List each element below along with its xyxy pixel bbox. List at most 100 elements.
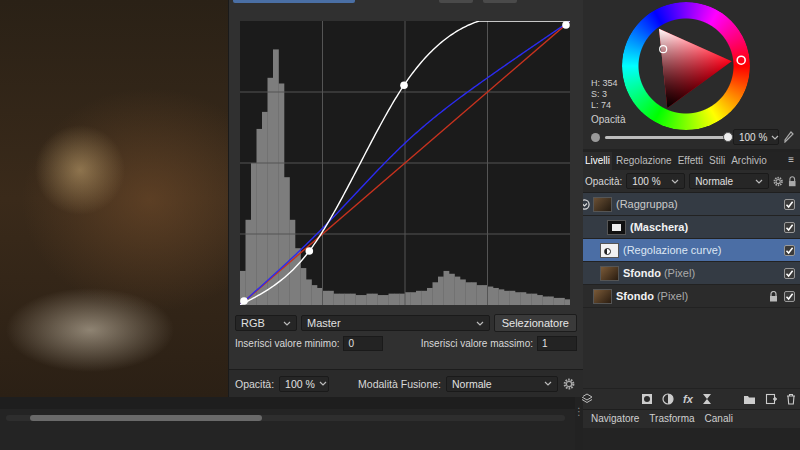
color-triangle[interactable] [622, 2, 750, 130]
curve-handle[interactable] [400, 81, 408, 89]
layer-opacity-dropdown[interactable]: 100 % [626, 173, 685, 189]
blend-dropdown[interactable]: Normale [446, 376, 558, 392]
visibility-checkbox[interactable] [784, 222, 795, 233]
visibility-checkbox[interactable] [784, 199, 795, 210]
histogram-bin [515, 292, 521, 305]
curve-line[interactable] [240, 21, 570, 305]
picker-button[interactable]: Selezionatore [494, 314, 577, 332]
adjustment-layer-icon[interactable] [662, 393, 674, 405]
folder-icon[interactable] [743, 394, 756, 405]
layer-row[interactable]: Sfondo(Pixel) [583, 285, 800, 308]
dialog-tab-button[interactable] [439, 0, 473, 3]
histogram-bin [499, 289, 505, 305]
add-layer-icon[interactable] [765, 393, 777, 405]
histogram-bin [361, 295, 367, 305]
histogram-bin [477, 285, 483, 305]
curves-dialog: RGBMasterSelezionatoreInserisci valore m… [228, 0, 583, 397]
hsl-reading: H: 354 [591, 78, 800, 89]
histogram-bin [356, 295, 362, 305]
panel-tab[interactable]: Trasforma [649, 413, 694, 425]
layer-row[interactable]: (Regolazione curve) [583, 239, 800, 262]
check-icon [785, 223, 794, 232]
layer-thumbnail [593, 197, 612, 212]
layer-row[interactable]: Sfondo(Pixel) [583, 262, 800, 285]
panel-tab[interactable]: Canali [705, 413, 733, 425]
dialog-tab-button[interactable] [233, 0, 355, 3]
curve-line[interactable] [240, 21, 570, 305]
hue-marker[interactable] [737, 56, 745, 64]
panel-tab[interactable]: Livelli [583, 152, 612, 170]
curve-line[interactable] [240, 21, 570, 305]
layer-thumbnail [600, 243, 619, 258]
histogram-bin [378, 295, 384, 305]
histogram-bin [416, 291, 422, 305]
histogram-bin [433, 282, 439, 305]
histogram-bin [383, 295, 389, 305]
histogram-bin [400, 294, 406, 305]
channel-dropdown[interactable]: RGB [235, 315, 297, 331]
lock-icon[interactable] [769, 291, 778, 302]
histogram-bin [411, 292, 417, 305]
check-icon [785, 246, 794, 255]
layer-row[interactable]: (Raggruppa) [583, 193, 800, 216]
max-field[interactable]: 1 [537, 336, 577, 351]
layers-toolbar: fx [581, 388, 800, 409]
layer-opacity-label: Opacità: [585, 176, 622, 187]
curve-handle[interactable] [562, 21, 570, 29]
layer-name: Sfondo [623, 267, 661, 279]
hourglass-icon[interactable] [702, 393, 712, 405]
panel-tab[interactable]: Navigatore [591, 413, 639, 425]
curves-graph[interactable] [240, 21, 570, 305]
right-panel: H: 354S: 3L: 74Opacità100 %LivelliRegola… [583, 0, 800, 450]
histogram-bin [312, 285, 318, 305]
curve-handle[interactable] [240, 297, 248, 305]
mask-icon [612, 224, 621, 231]
visibility-checkbox[interactable] [784, 245, 795, 256]
histogram-bin [405, 292, 411, 305]
histogram-bin [301, 268, 307, 305]
mask-layer-icon[interactable] [641, 393, 653, 405]
slider-knob[interactable] [723, 132, 733, 142]
layer-row[interactable]: (Maschera) [583, 216, 800, 239]
histogram-bin [246, 220, 252, 305]
min-field[interactable]: 0 [343, 336, 383, 351]
panel-tab[interactable]: Stili [707, 152, 727, 170]
mode-dropdown[interactable]: Master [301, 315, 490, 331]
affinity-window: RGBMasterSelezionatoreInserisci valore m… [0, 0, 800, 450]
grid-line [240, 92, 570, 93]
visibility-checkbox[interactable] [784, 291, 795, 302]
gear-icon[interactable] [773, 176, 783, 187]
histogram-bin [471, 282, 477, 305]
gear-icon[interactable] [563, 378, 575, 390]
panel-tab[interactable]: Archivio [729, 152, 769, 170]
opacity-slider[interactable] [605, 136, 728, 139]
layer-name: (Regolazione curve) [623, 244, 721, 256]
horizontal-scrollbar[interactable] [6, 415, 565, 421]
histogram-bin [284, 177, 290, 305]
panel-tab[interactable]: Regolazione [614, 152, 674, 170]
scrollbar-thumb[interactable] [30, 415, 262, 421]
curve-handle[interactable] [306, 247, 314, 255]
eyedropper-icon[interactable] [784, 131, 794, 143]
layer-blend-dropdown[interactable]: Normale [689, 173, 769, 189]
color-wheel[interactable] [622, 2, 750, 130]
histogram-bin [328, 291, 334, 305]
opacity-dropdown[interactable]: 100 % [279, 376, 329, 392]
color-marker[interactable] [660, 46, 667, 53]
histogram-bin [389, 294, 395, 305]
panel-tab[interactable]: Effetti [676, 152, 705, 170]
layer-options: Opacità: 100 %Normale [583, 170, 800, 193]
visibility-checkbox[interactable] [784, 268, 795, 279]
graph-background [240, 21, 570, 305]
histogram-bin [427, 288, 433, 305]
workspace: RGBMasterSelezionatoreInserisci valore m… [0, 0, 575, 450]
opacity-dropdown[interactable]: 100 % [733, 129, 779, 145]
trash-icon[interactable] [786, 393, 796, 405]
color-panel: H: 354S: 3L: 74Opacità100 % [583, 0, 800, 152]
histogram-bin [532, 294, 538, 305]
lock-icon[interactable] [788, 176, 796, 187]
hsl-reading: S: 3 [591, 89, 800, 100]
panel-menu[interactable]: ≡ [786, 152, 796, 170]
dialog-tab-button[interactable] [483, 0, 517, 3]
effects-button[interactable]: fx [683, 393, 693, 405]
